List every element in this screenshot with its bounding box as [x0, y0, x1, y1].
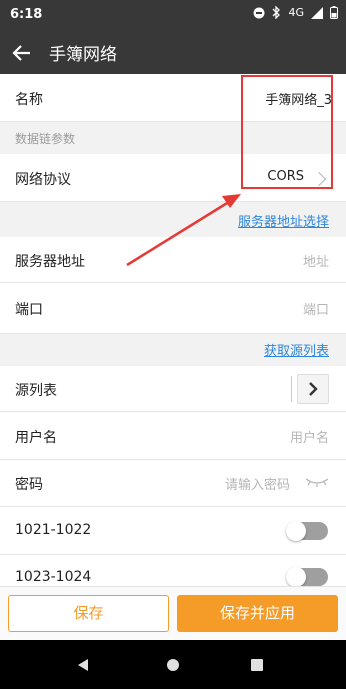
server-address-row[interactable]: 服务器地址 地址 — [0, 237, 346, 283]
toggle-1021-switch[interactable] — [286, 521, 328, 541]
toggle-1023-label: 1023-1024 — [15, 569, 92, 585]
source-list-row[interactable]: 源列表 — [0, 366, 346, 412]
toggle-1023-row[interactable]: 1023-1024 — [0, 555, 346, 586]
datalink-section-title: 数据链参数 — [15, 132, 76, 146]
divider — [291, 376, 292, 402]
source-list-label: 源列表 — [15, 383, 57, 399]
port-label: 端口 — [15, 302, 43, 318]
system-nav-bar — [0, 640, 346, 689]
name-label: 名称 — [15, 92, 43, 108]
dnd-icon — [253, 7, 265, 18]
username-label: 用户名 — [15, 430, 57, 446]
app-bar: 手簿网络 — [0, 32, 346, 74]
footer-actions: 保存 保存并应用 — [0, 586, 346, 640]
port-input[interactable]: 端口 — [303, 299, 329, 318]
password-label: 密码 — [15, 477, 43, 493]
password-row[interactable]: 密码 请输入密码 — [0, 460, 346, 507]
port-row[interactable]: 端口 端口 — [0, 283, 346, 334]
get-source-list-link[interactable]: 获取源列表 — [264, 340, 329, 359]
nav-home-icon[interactable] — [166, 658, 180, 672]
nav-back-icon[interactable] — [76, 658, 90, 672]
toggle-1021-row[interactable]: 1021-1022 — [0, 507, 346, 555]
save-button[interactable]: 保存 — [8, 595, 169, 632]
status-bar: 6:18 4G — [0, 0, 346, 32]
eye-closed-icon[interactable] — [304, 476, 330, 488]
toggle-knob — [286, 521, 306, 541]
chevron-right-icon — [309, 382, 318, 396]
page-title: 手簿网络 — [49, 45, 117, 65]
status-icons: 4G — [253, 6, 338, 19]
nav-recents-icon[interactable] — [250, 658, 264, 672]
toggle-1023-switch[interactable] — [286, 567, 328, 586]
back-arrow-icon[interactable] — [10, 41, 34, 65]
toggle-knob — [286, 567, 306, 586]
get-source-section: 获取源列表 — [0, 334, 346, 366]
annotation-highlight-box — [241, 75, 333, 189]
status-time: 6:18 — [10, 7, 43, 22]
username-row[interactable]: 用户名 用户名 — [0, 412, 346, 460]
toggle-1021-label: 1021-1022 — [15, 522, 92, 538]
source-list-expand-button[interactable] — [297, 374, 329, 404]
password-input[interactable]: 请输入密码 — [225, 474, 290, 493]
server-select-link[interactable]: 服务器地址选择 — [238, 211, 329, 230]
server-address-label: 服务器地址 — [15, 254, 85, 270]
network-type: 4G — [288, 6, 304, 19]
server-select-section: 服务器地址选择 — [0, 202, 346, 237]
save-and-apply-button[interactable]: 保存并应用 — [177, 595, 338, 632]
signal-icon — [311, 6, 323, 19]
battery-icon — [330, 6, 338, 19]
server-address-input[interactable]: 地址 — [303, 251, 329, 270]
protocol-label: 网络协议 — [15, 172, 71, 188]
bluetooth-icon — [273, 6, 281, 19]
username-input[interactable]: 用户名 — [290, 427, 329, 446]
